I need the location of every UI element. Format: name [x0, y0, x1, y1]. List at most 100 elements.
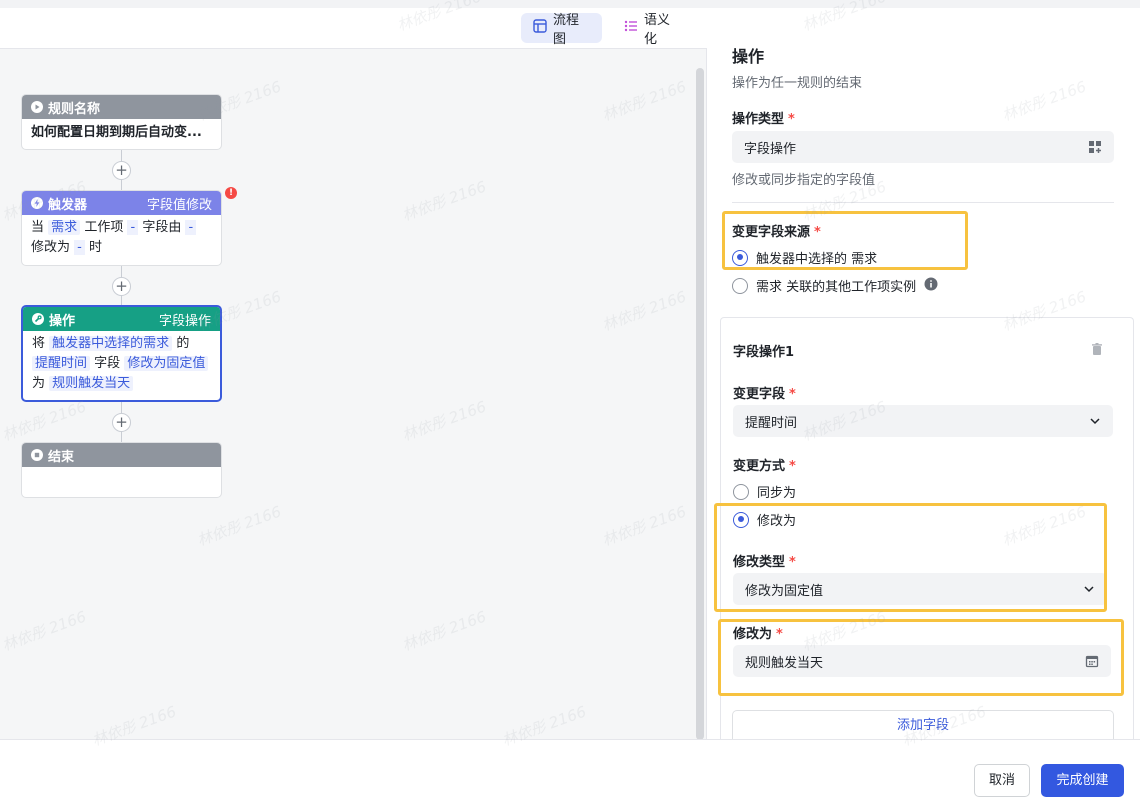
tab-semantic-label: 语义化 [644, 13, 671, 47]
placeholder-chip: - [74, 240, 85, 255]
action-config-panel: 操作 操作为任一规则的结束 操作类型 * 字段操作 修改或同步指定的字段值 变更字… [708, 8, 1140, 747]
required-mark: * [789, 555, 796, 570]
trash-icon[interactable] [1090, 342, 1104, 360]
end-node[interactable]: 结束 [21, 442, 222, 498]
modify-type-select[interactable]: 修改为固定值 [733, 573, 1107, 605]
top-strip [0, 0, 1140, 8]
required-mark: * [789, 459, 796, 474]
modify-type-chip: 修改为固定值 [124, 356, 209, 371]
required-mark: * [776, 627, 783, 642]
trigger-description: 当 需求 工作项 - 字段由 - 修改为 - 时 [22, 215, 221, 262]
action-node[interactable]: 操作 字段操作 将 触发器中选择的需求 的 提醒时间 字段 修改为固定值 为 规… [21, 305, 222, 402]
operation-type-label-text: 操作类型 [732, 112, 785, 127]
view-switcher: 流程图 语义化 [0, 8, 707, 49]
lightning-icon [31, 197, 43, 209]
divider [732, 202, 1114, 203]
scrollbar[interactable] [696, 68, 704, 740]
modify-type-label-text: 修改类型 [733, 555, 786, 570]
change-method-label: 变更方式 * [733, 455, 796, 474]
text-changed-to: 修改为 [31, 240, 71, 255]
flowchart-icon [533, 19, 547, 37]
chevron-down-icon [1089, 415, 1101, 427]
info-icon[interactable] [924, 277, 938, 295]
cancel-button[interactable]: 取消 [974, 764, 1030, 797]
tab-semantic[interactable]: 语义化 [612, 13, 692, 47]
node-title: 触发器 [48, 197, 88, 213]
rule-name-node[interactable]: 规则名称 如何配置日期到期后自动变... [21, 94, 222, 150]
trigger-type-tag: 字段值修改 [146, 197, 212, 213]
source-option-trigger-label: 触发器中选择的 需求 [756, 252, 878, 267]
text-field-word: 字段 [94, 356, 121, 371]
required-mark: * [788, 112, 795, 127]
node-title: 规则名称 [48, 101, 101, 117]
panel-title: 操作 [732, 47, 765, 66]
add-node-button[interactable]: + [112, 277, 131, 296]
field-chip: 提醒时间 [32, 356, 91, 371]
operation-type-value: 字段操作 [744, 141, 797, 157]
add-node-button[interactable]: + [112, 413, 131, 432]
create-button[interactable]: 完成创建 [1041, 764, 1124, 797]
tab-flowchart-label: 流程图 [553, 13, 580, 47]
text-field-from: 字段由 [142, 220, 182, 235]
node-title: 操作 [49, 313, 76, 329]
text-time-suffix: 时 [89, 240, 103, 255]
grid-add-icon [1088, 140, 1102, 154]
item-type-chip: 需求 [48, 220, 81, 235]
modify-to-input[interactable]: 规则触发当天 [733, 645, 1111, 677]
modify-type-value: 修改为固定值 [745, 583, 824, 599]
tab-flowchart[interactable]: 流程图 [521, 13, 602, 47]
required-mark: * [789, 387, 796, 402]
modify-type-label: 修改类型 * [733, 551, 796, 570]
text-will: 将 [32, 336, 46, 351]
node-header: 结束 [22, 443, 221, 467]
add-field-button[interactable]: 添加字段 [732, 710, 1114, 742]
radio-checked[interactable] [733, 511, 749, 528]
source-option-related[interactable]: 需求 关联的其他工作项实例 [732, 276, 938, 295]
wrench-icon [32, 313, 44, 325]
node-title: 结束 [48, 449, 75, 465]
change-field-label-text: 变更字段 [733, 387, 786, 402]
source-label: 变更字段来源 * [732, 221, 821, 240]
method-modify-label: 修改为 [757, 514, 797, 529]
warning-icon[interactable]: ! [225, 187, 237, 199]
chevron-down-icon [1083, 583, 1095, 595]
operation-type-select[interactable]: 字段操作 [732, 131, 1114, 163]
play-icon [31, 101, 43, 113]
field-op-title: 字段操作1 [733, 345, 795, 360]
text-work-item: 工作项 [84, 220, 124, 235]
placeholder-chip: - [127, 220, 139, 235]
placeholder-chip: - [185, 220, 197, 235]
field-operation-card: 字段操作1 变更字段* 提醒时间 变更方式* 同步为 修改为 修改类型* [720, 317, 1134, 747]
source-label-text: 变更字段来源 [732, 225, 811, 240]
modify-to-label-text: 修改为 [733, 627, 773, 642]
modify-to-value: 规则触发当天 [745, 655, 824, 671]
method-option-modify[interactable]: 修改为 [733, 510, 796, 529]
change-field-label: 变更字段 * [733, 383, 796, 402]
action-description: 将 触发器中选择的需求 的 提醒时间 字段 修改为固定值 为 规则触发当天 [23, 331, 220, 398]
node-header: 触发器 字段值修改 [22, 191, 221, 215]
radio-unchecked[interactable] [732, 277, 748, 294]
value-chip: 规则触发当天 [49, 376, 134, 391]
stop-icon [31, 449, 43, 461]
action-type-tag: 字段操作 [158, 313, 211, 329]
rule-name-text: 如何配置日期到期后自动变... [31, 125, 202, 140]
change-field-value: 提醒时间 [745, 415, 798, 431]
source-option-trigger[interactable]: 触发器中选择的 需求 [732, 248, 877, 267]
list-icon [624, 19, 638, 37]
method-option-sync[interactable]: 同步为 [733, 482, 796, 501]
change-method-label-text: 变更方式 [733, 459, 786, 474]
radio-unchecked[interactable] [733, 483, 749, 500]
radio-checked[interactable] [732, 249, 748, 266]
calendar-icon[interactable] [1085, 654, 1099, 668]
trigger-node[interactable]: 触发器 字段值修改 当 需求 工作项 - 字段由 - 修改为 - 时 ! [21, 187, 237, 266]
modify-to-label: 修改为 * [733, 623, 783, 642]
method-sync-label: 同步为 [757, 486, 797, 501]
flow-canvas[interactable]: 流程图 语义化 + + + 规则名称 如何配置日期到期后自动变... 触发器 字… [0, 8, 707, 740]
change-field-select[interactable]: 提醒时间 [733, 405, 1113, 437]
source-option-related-label: 需求 关联的其他工作项实例 [756, 280, 917, 295]
operation-type-hint: 修改或同步指定的字段值 [732, 173, 876, 188]
node-header: 规则名称 [22, 95, 221, 119]
add-node-button[interactable]: + [112, 161, 131, 180]
panel-subtitle: 操作为任一规则的结束 [732, 76, 863, 91]
text-when: 当 [31, 220, 45, 235]
